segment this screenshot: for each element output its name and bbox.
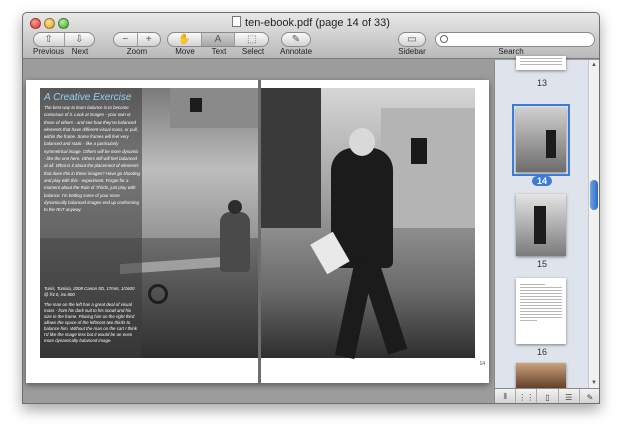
annotations-button[interactable]: ✎ bbox=[580, 389, 599, 403]
select-tool-button[interactable]: ⬚ bbox=[235, 33, 268, 46]
marquee-select-icon: ⬚ bbox=[246, 34, 257, 45]
toolbar: ten-ebook.pdf (page 14 of 33) ⇧ ⇩ Previo… bbox=[23, 13, 599, 59]
move-tool-button[interactable]: ✋ bbox=[168, 33, 202, 46]
scroll-down-arrow-icon[interactable]: ▼ bbox=[590, 379, 598, 387]
sidebar-scrollbar[interactable]: ▲ ▼ bbox=[588, 60, 599, 388]
select-label: Select bbox=[241, 47, 265, 56]
search-icon bbox=[440, 35, 448, 43]
zoom-in-icon: + bbox=[145, 34, 152, 45]
hand-icon: ✋ bbox=[178, 34, 191, 45]
annotations-icon: ✎ bbox=[586, 392, 594, 402]
sidebar-view-switcher: ⦀ ⋮⋮ ▯ ☰ ✎ bbox=[495, 388, 599, 403]
zoom-in-button[interactable]: + bbox=[138, 33, 161, 46]
next-page-button[interactable]: ⇩ bbox=[65, 33, 95, 46]
previous-label: Previous bbox=[33, 47, 65, 56]
photo-caption-heading[interactable]: Tunis, Tunisia, 2008 Canon 5D, 17mm, 1/1… bbox=[44, 286, 140, 298]
annotate-label: Annotate bbox=[279, 47, 313, 56]
sidebar-toggle-button[interactable]: ▭ bbox=[398, 32, 426, 47]
text-cursor-icon: A bbox=[214, 34, 222, 45]
previous-next-control: ⇧ ⇩ bbox=[33, 32, 95, 47]
photo-caption-body[interactable]: The man on the left has a great deal of … bbox=[44, 302, 140, 344]
column-view-icon: ⦀ bbox=[503, 392, 507, 401]
thumbnail-label-15: 15 bbox=[536, 259, 547, 269]
grid-view-icon: ⋮⋮ bbox=[518, 392, 535, 402]
annotate-button[interactable]: ✎ bbox=[281, 32, 311, 47]
sidebar-icon: ▭ bbox=[407, 34, 417, 45]
zoom-out-icon: − bbox=[122, 34, 129, 45]
article-title[interactable]: A Creative Exercise bbox=[44, 92, 131, 103]
search-label: Search bbox=[498, 47, 524, 56]
pdf-document-icon bbox=[232, 16, 242, 27]
window-title-text: ten-ebook.pdf (page 14 of 33) bbox=[245, 17, 390, 29]
pencil-icon: ✎ bbox=[291, 34, 301, 45]
thumbnail-label-16: 16 bbox=[536, 347, 547, 357]
sidebar-label: Sidebar bbox=[398, 47, 426, 56]
next-label: Next bbox=[71, 47, 89, 56]
window-title: ten-ebook.pdf (page 14 of 33) bbox=[23, 16, 599, 29]
zoom-label: Zoom bbox=[126, 47, 148, 56]
article-body[interactable]: The best way to learn balance is to beco… bbox=[44, 104, 140, 213]
preview-window: ten-ebook.pdf (page 14 of 33) ⇧ ⇩ Previo… bbox=[22, 12, 600, 404]
page-spread: A Creative Exercise The best way to lear… bbox=[26, 80, 489, 383]
column-view-button[interactable]: ⦀ bbox=[495, 389, 517, 403]
scroll-up-arrow-icon[interactable]: ▲ bbox=[590, 61, 598, 69]
tool-mode-control: ✋ A ⬚ bbox=[167, 32, 269, 47]
arrow-down-icon: ⇩ bbox=[75, 34, 84, 45]
document-viewer[interactable]: A Creative Exercise The best way to lear… bbox=[23, 60, 493, 403]
thumbnail-label-14: 14 bbox=[495, 176, 589, 186]
search-field[interactable] bbox=[435, 32, 595, 47]
thumbnail-view-button[interactable]: ▯ bbox=[537, 389, 559, 403]
page-left: A Creative Exercise The best way to lear… bbox=[26, 80, 258, 383]
arrow-up-icon: ⇧ bbox=[44, 34, 53, 45]
street-photo-right bbox=[261, 88, 475, 359]
previous-page-button[interactable]: ⇧ bbox=[34, 33, 65, 46]
move-label: Move bbox=[175, 47, 195, 56]
page-right: 14 bbox=[261, 80, 489, 383]
thumbnail-page-13[interactable] bbox=[516, 56, 566, 70]
thumbnail-page-14[interactable] bbox=[512, 104, 570, 176]
text-label: Text bbox=[211, 47, 227, 56]
thumbnail-page-16[interactable] bbox=[516, 278, 566, 344]
grid-view-button[interactable]: ⋮⋮ bbox=[516, 389, 538, 403]
thumbnail-view-icon: ▯ bbox=[545, 392, 550, 402]
list-view-icon: ☰ bbox=[565, 392, 573, 402]
scrollbar-knob[interactable] bbox=[590, 180, 598, 210]
page-number: 14 bbox=[479, 361, 485, 367]
zoom-control: − + bbox=[113, 32, 161, 47]
text-tool-button[interactable]: A bbox=[201, 33, 236, 46]
zoom-out-button[interactable]: − bbox=[114, 33, 138, 46]
thumbnail-label-13: 13 bbox=[536, 78, 547, 88]
thumbnail-sidebar: 13 14 15 16 ▲ ▼ ⦀ ⋮⋮ ▯ ☰ ✎ bbox=[494, 56, 599, 403]
list-view-button[interactable]: ☰ bbox=[559, 389, 580, 403]
thumbnail-page-15[interactable] bbox=[516, 194, 566, 256]
thumbnail-page-17[interactable] bbox=[516, 363, 566, 389]
